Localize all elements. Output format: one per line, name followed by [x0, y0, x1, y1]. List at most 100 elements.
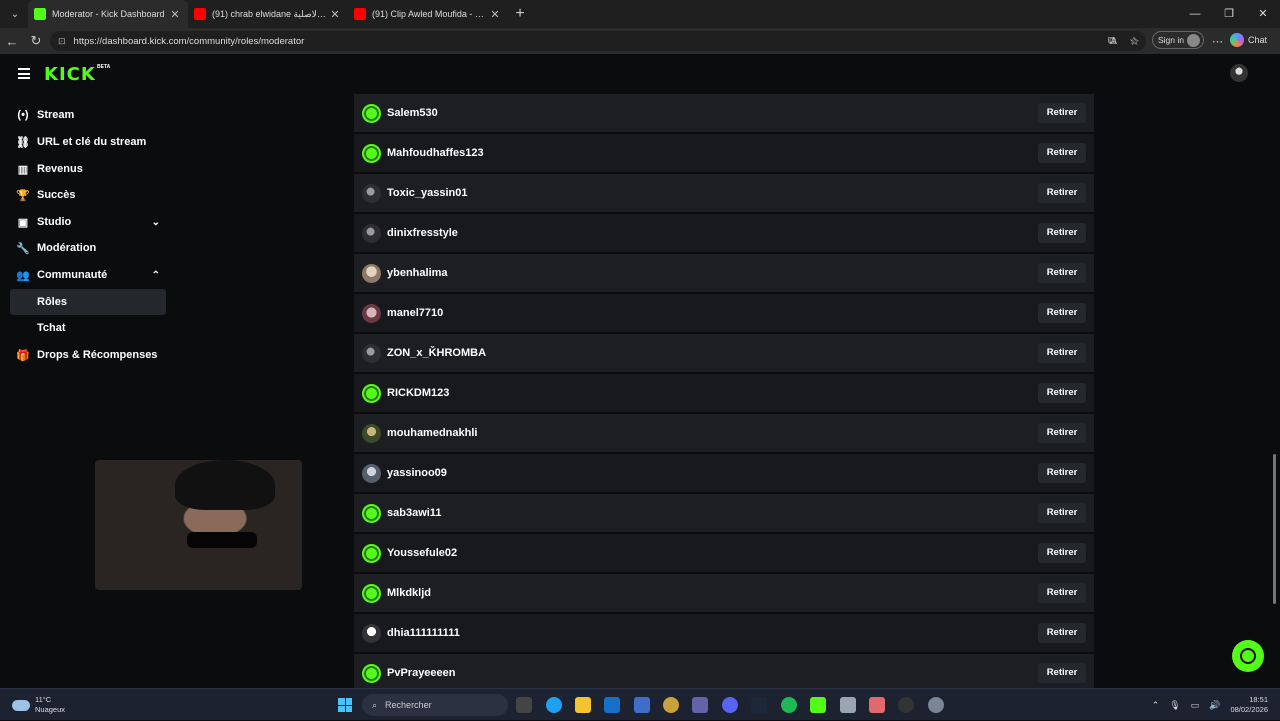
tab-actions-chevron-icon[interactable]: ⌄: [2, 4, 28, 24]
remove-moderator-button[interactable]: Retirer: [1038, 383, 1086, 403]
remove-moderator-button[interactable]: Retirer: [1038, 343, 1086, 363]
volume-icon[interactable]: 🔊: [1209, 700, 1220, 711]
close-icon[interactable]: ✕: [328, 8, 342, 21]
close-window-icon[interactable]: ✕: [1246, 0, 1280, 28]
task-view-icon[interactable]: [516, 697, 532, 713]
microphone-icon[interactable]: 🎙: [1169, 700, 1180, 711]
calculator-icon[interactable]: [840, 697, 856, 713]
moderator-username[interactable]: Mlkdkljd: [387, 587, 431, 599]
favorites-icon[interactable]: ☆: [1130, 35, 1140, 48]
chevron-down-icon[interactable]: ⌄: [152, 217, 160, 228]
store-icon[interactable]: [634, 697, 650, 713]
network-icon[interactable]: ▭: [1191, 700, 1200, 711]
remove-moderator-button[interactable]: Retirer: [1038, 663, 1086, 683]
avatar[interactable]: [362, 423, 381, 443]
moderator-username[interactable]: PvPrayeeeen: [387, 667, 456, 679]
avatar[interactable]: [362, 183, 381, 203]
moderator-username[interactable]: Salem530: [387, 107, 438, 119]
game-app-icon[interactable]: [663, 697, 679, 713]
start-windows-icon[interactable]: [338, 698, 352, 712]
kick-app-icon[interactable]: [810, 697, 826, 713]
kick-logo[interactable]: KICK: [44, 64, 96, 85]
avatar[interactable]: [362, 583, 381, 603]
refresh-icon[interactable]: ↻: [24, 33, 48, 49]
sidebar-item-drops[interactable]: 🎁 Drops & Récompenses: [10, 342, 166, 368]
edge-browser-icon[interactable]: [546, 697, 562, 713]
sidebar-item-studio[interactable]: ▣ Studio ⌄: [10, 209, 166, 235]
app-icon[interactable]: [869, 697, 885, 713]
sidebar-item-moderation[interactable]: 🔧 Modération: [10, 235, 166, 261]
remove-moderator-button[interactable]: Retirer: [1038, 263, 1086, 283]
avatar[interactable]: [362, 343, 381, 363]
url-field[interactable]: ⊡ https://dashboard.kick.com/community/r…: [50, 31, 1146, 51]
tab-kick-dashboard[interactable]: Moderator - Kick Dashboard ✕: [28, 0, 188, 28]
restore-icon[interactable]: ❐: [1212, 0, 1246, 28]
avatar[interactable]: [362, 463, 381, 483]
avatar[interactable]: [362, 263, 381, 283]
moderator-username[interactable]: Toxic_yassin01: [387, 187, 468, 199]
moderator-username[interactable]: mouhamednakhli: [387, 427, 477, 439]
sign-in-button[interactable]: Sign in: [1152, 31, 1204, 49]
avatar[interactable]: [362, 663, 381, 683]
steam-icon[interactable]: [751, 697, 767, 713]
sidebar-item-communaute[interactable]: 👥 Communauté ⌃: [10, 262, 166, 288]
close-icon[interactable]: ✕: [168, 8, 182, 21]
obs-icon[interactable]: [898, 697, 914, 713]
weather-widget[interactable]: 11°C Nuageux: [12, 695, 65, 715]
sidebar-item-roles[interactable]: Rôles: [10, 289, 166, 315]
site-info-icon[interactable]: ⊡: [58, 36, 66, 47]
remove-moderator-button[interactable]: Retirer: [1038, 543, 1086, 563]
chevron-up-icon[interactable]: ⌃: [1152, 700, 1160, 711]
sidebar-item-stream[interactable]: (•) Stream: [10, 102, 166, 128]
close-icon[interactable]: ✕: [488, 8, 502, 21]
moderator-username[interactable]: ybenhalima: [387, 267, 448, 279]
remove-moderator-button[interactable]: Retirer: [1038, 503, 1086, 523]
avatar[interactable]: [362, 543, 381, 563]
clock[interactable]: 18:51 08/02/2026: [1230, 695, 1268, 715]
tab-youtube-1[interactable]: (91) chrab elwidane النسخة الاصلية ✕: [188, 0, 348, 28]
avatar[interactable]: [362, 623, 381, 643]
moderator-username[interactable]: RICKDM123: [387, 387, 449, 399]
help-chat-button[interactable]: [1232, 640, 1264, 672]
teams-icon[interactable]: [692, 697, 708, 713]
moderator-username[interactable]: Mahfoudhaffes123: [387, 147, 484, 159]
minimize-icon[interactable]: —: [1178, 0, 1212, 28]
outlook-icon[interactable]: [604, 697, 620, 713]
discord-icon[interactable]: [722, 697, 738, 713]
remove-moderator-button[interactable]: Retirer: [1038, 183, 1086, 203]
avatar[interactable]: [362, 103, 381, 123]
more-menu-icon[interactable]: ⋯: [1212, 35, 1223, 48]
moderator-username[interactable]: yassinoo09: [387, 467, 447, 479]
sidebar-item-revenus[interactable]: ▥ Revenus: [10, 156, 166, 182]
remove-moderator-button[interactable]: Retirer: [1038, 463, 1086, 483]
remove-moderator-button[interactable]: Retirer: [1038, 303, 1086, 323]
moderator-username[interactable]: Youssefule02: [387, 547, 457, 559]
sidebar-item-succes[interactable]: 🏆 Succès: [10, 182, 166, 208]
moderator-username[interactable]: ZON_x_ǨHROMBA: [387, 347, 486, 359]
user-avatar[interactable]: [1230, 64, 1248, 82]
back-arrow-icon[interactable]: ←: [0, 34, 24, 49]
remove-moderator-button[interactable]: Retirer: [1038, 143, 1086, 163]
tab-youtube-2[interactable]: (91) Clip Awled Moufida - لاد مفيدة ✕: [348, 0, 508, 28]
spotify-icon[interactable]: [781, 697, 797, 713]
settings-gear-icon[interactable]: [928, 697, 944, 713]
remove-moderator-button[interactable]: Retirer: [1038, 423, 1086, 443]
remove-moderator-button[interactable]: Retirer: [1038, 103, 1086, 123]
remove-moderator-button[interactable]: Retirer: [1038, 623, 1086, 643]
remove-moderator-button[interactable]: Retirer: [1038, 223, 1086, 243]
moderator-username[interactable]: dinixfresstyle: [387, 227, 458, 239]
file-explorer-icon[interactable]: [575, 697, 591, 713]
moderator-username[interactable]: sab3awi11: [387, 507, 441, 519]
new-tab-plus-icon[interactable]: +: [508, 5, 532, 23]
copilot-chat-button[interactable]: Chat: [1230, 31, 1276, 49]
hamburger-menu-icon[interactable]: [18, 68, 30, 79]
avatar[interactable]: [362, 383, 381, 403]
avatar[interactable]: [362, 303, 381, 323]
chevron-up-icon[interactable]: ⌃: [152, 270, 160, 281]
extensions-icon[interactable]: ⧉: [1108, 35, 1116, 48]
avatar[interactable]: [362, 503, 381, 523]
remove-moderator-button[interactable]: Retirer: [1038, 583, 1086, 603]
moderator-username[interactable]: manel7710: [387, 307, 443, 319]
avatar[interactable]: [362, 143, 381, 163]
avatar[interactable]: [362, 223, 381, 243]
